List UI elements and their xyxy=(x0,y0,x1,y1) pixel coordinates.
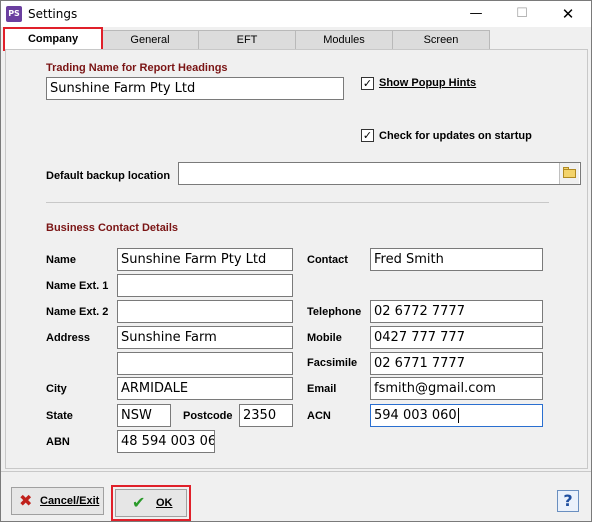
name-ext1-label: Name Ext. 1 xyxy=(46,280,109,292)
contact-input[interactable]: Fred Smith xyxy=(370,248,543,271)
x-icon: ✖ xyxy=(19,491,33,510)
close-button[interactable]: ✕ xyxy=(545,1,591,27)
address-line1-input[interactable]: Sunshine Farm xyxy=(117,326,293,349)
show-popup-hints-label[interactable]: Show Popup Hints xyxy=(379,77,476,89)
tab-screen[interactable]: Screen xyxy=(392,30,490,50)
cancel-exit-label: Cancel/Exit xyxy=(40,495,100,507)
contact-label: Contact xyxy=(307,254,348,266)
telephone-input[interactable]: 02 6772 7777 xyxy=(370,300,543,323)
ok-button[interactable]: ✔ OK xyxy=(115,489,187,517)
trading-name-heading: Trading Name for Report Headings xyxy=(46,62,228,74)
address-line2-input[interactable] xyxy=(117,352,293,375)
minimize-button[interactable]: — xyxy=(453,1,499,27)
abn-input[interactable]: 48 594 003 060 xyxy=(117,430,215,453)
acn-input[interactable]: 594 003 060 xyxy=(370,404,543,427)
address-label: Address xyxy=(46,332,91,344)
state-input[interactable]: NSW xyxy=(117,404,171,427)
settings-window: PS Settings — ☐ ✕ General EFT Modules Sc… xyxy=(0,0,592,522)
tab-general[interactable]: General xyxy=(101,30,199,50)
acn-label: ACN xyxy=(307,410,331,422)
tab-eft[interactable]: EFT xyxy=(198,30,296,50)
state-label: State xyxy=(46,410,73,422)
check-updates-checkbox[interactable]: ✓ xyxy=(361,129,374,142)
email-label: Email xyxy=(307,383,337,395)
city-label: City xyxy=(46,383,67,395)
company-panel: Trading Name for Report Headings Sunshin… xyxy=(5,49,588,469)
name-label: Name xyxy=(46,254,76,266)
maximize-button[interactable]: ☐ xyxy=(499,1,545,27)
email-input[interactable]: fsmith@gmail.com xyxy=(370,377,543,400)
app-icon: PS xyxy=(6,6,22,22)
section-divider xyxy=(46,202,549,203)
telephone-label: Telephone xyxy=(307,306,362,318)
folder-icon xyxy=(563,169,576,178)
backup-location-input[interactable] xyxy=(178,162,581,185)
business-contact-heading: Business Contact Details xyxy=(46,222,179,234)
mobile-input[interactable]: 0427 777 777 xyxy=(370,326,543,349)
trading-name-input[interactable]: Sunshine Farm Pty Ltd xyxy=(46,77,344,100)
name-ext2-label: Name Ext. 2 xyxy=(46,306,109,318)
backup-location-label: Default backup location xyxy=(46,170,171,182)
checkmark-icon: ✔ xyxy=(132,493,146,512)
tab-modules[interactable]: Modules xyxy=(295,30,393,50)
button-bar: ✖ Cancel/Exit ✔ OK ? xyxy=(1,471,591,521)
tab-bar: General EFT Modules Screen Company xyxy=(3,27,589,51)
help-button[interactable]: ? xyxy=(557,490,579,512)
name-input[interactable]: Sunshine Farm Pty Ltd xyxy=(117,248,293,271)
title-bar[interactable]: PS Settings — ☐ ✕ xyxy=(1,1,591,27)
postcode-input[interactable]: 2350 xyxy=(239,404,293,427)
city-input[interactable]: ARMIDALE xyxy=(117,377,293,400)
name-ext1-input[interactable] xyxy=(117,274,293,297)
name-ext2-input[interactable] xyxy=(117,300,293,323)
facsimile-input[interactable]: 02 6771 7777 xyxy=(370,352,543,375)
postcode-label: Postcode xyxy=(183,410,233,422)
acn-value: 594 003 060 xyxy=(374,408,457,423)
check-updates-label[interactable]: Check for updates on startup xyxy=(379,130,532,142)
window-title: Settings xyxy=(28,7,78,21)
mobile-label: Mobile xyxy=(307,332,342,344)
cancel-exit-button[interactable]: ✖ Cancel/Exit xyxy=(11,487,104,515)
browse-folder-button[interactable] xyxy=(559,163,579,184)
abn-label: ABN xyxy=(46,436,70,448)
text-caret xyxy=(457,408,459,423)
ok-label: OK xyxy=(156,497,173,509)
show-popup-hints-checkbox[interactable]: ✓ xyxy=(361,77,374,90)
tab-company[interactable]: Company xyxy=(3,27,103,51)
facsimile-label: Facsimile xyxy=(307,357,358,369)
